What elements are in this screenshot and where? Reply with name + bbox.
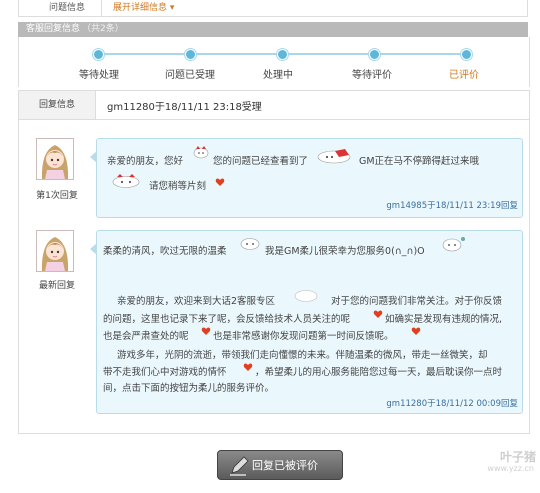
step-dot bbox=[461, 49, 472, 60]
reply-2-avatar-label: 最新回复 bbox=[38, 281, 75, 291]
reply-2-text: 如确实是发现有违规的情况, bbox=[385, 314, 503, 325]
rated-button[interactable]: 回复已被评价 bbox=[217, 450, 343, 480]
avatar bbox=[36, 230, 74, 272]
avatar bbox=[36, 138, 74, 180]
reply-2-text: ，希望柔儿的用心服务能陪您过每一天，最后耽误你一点时 bbox=[255, 367, 503, 378]
reply-count: （共2条） bbox=[82, 24, 124, 34]
step-dot bbox=[185, 49, 196, 60]
step-dot bbox=[277, 49, 288, 60]
reply-section-header: 客服回复信息 （共2条） bbox=[18, 22, 528, 37]
rated-button-label: 回复已被评价 bbox=[252, 459, 318, 472]
reply-2-text: 游戏多年，光阴的流逝，带领我们走向懂憬的未来。伴随温柔的微风，带走一丝微笑，却 bbox=[117, 350, 488, 361]
heart-icon bbox=[373, 310, 383, 318]
step-dot bbox=[369, 49, 380, 60]
reply-1-avatar-label: 第1次回复 bbox=[36, 191, 78, 201]
reply-2-text: 带不走我们心中对游戏的情怀 bbox=[103, 367, 227, 378]
cat-emoticon-icon bbox=[442, 237, 465, 252]
reply-1-bubble: 亲爱的朋友，您好 您的问题已经查看到了 GM正在马不停蹄得赶过来哦 请您稍等片刻… bbox=[90, 138, 523, 218]
reply-2-text: 对于您的问题我们非常关注。对于你反馈 bbox=[331, 296, 503, 307]
watermark-url: www.yzz.cn bbox=[487, 464, 534, 473]
cat-emoticon-icon bbox=[112, 174, 140, 188]
reply-2-text: 也是非常感谢你发现问题第一时间反馈呢。 bbox=[213, 331, 394, 342]
step-dot bbox=[93, 49, 104, 60]
reply-2-bubble: 柔柔的清风，吹过无限的温柔 我是GM柔儿很荣幸为您服务0(∩_∩)O 亲爱的朋友… bbox=[90, 230, 523, 414]
reply-2-text: 我是GM柔儿很荣幸为您服务0(∩_∩)O bbox=[265, 246, 425, 257]
reply-2-text: 的问题，这里也记录下来了呢，会反馈给技术人员关注的呢 bbox=[103, 314, 351, 325]
reply-section-title: 客服回复信息 bbox=[26, 24, 81, 34]
reply-info-label: 回复信息 bbox=[19, 91, 96, 119]
reply-2-text: 柔柔的清风，吹过无限的温柔 bbox=[103, 246, 227, 257]
pencil-icon bbox=[230, 456, 249, 476]
step-label-accepted: 问题已受理 bbox=[165, 70, 215, 81]
heart-icon bbox=[411, 327, 421, 335]
reply-1-signature: gm14985于18/11/11 23:19回复 bbox=[386, 201, 518, 211]
step-label-processing: 处理中 bbox=[263, 70, 293, 81]
emoticon-icon bbox=[193, 146, 209, 159]
expand-details-link[interactable]: 展开详细信息 ▾ bbox=[113, 0, 174, 13]
divider bbox=[101, 0, 102, 16]
reply-info-row: 回复信息 gm11280于18/11/11 23:18受理 bbox=[18, 90, 530, 120]
reply-2-text: 亲爱的朋友，欢迎来到大话2客服专区 bbox=[117, 296, 276, 307]
cat-emoticon-icon bbox=[294, 290, 318, 302]
heart-icon bbox=[215, 178, 225, 186]
reply-info-value: gm11280于18/11/11 23:18受理 bbox=[107, 102, 262, 113]
heart-icon bbox=[243, 363, 253, 371]
question-info-label: 问题信息 bbox=[49, 3, 86, 13]
question-info-row: 问题信息 展开详细信息 ▾ bbox=[18, 0, 528, 17]
step-label-waiting: 等待处理 bbox=[79, 70, 119, 81]
progress-tracker: 等待处理 问题已受理 处理中 等待评价 已评价 bbox=[18, 37, 530, 87]
step-label-rated: 已评价 bbox=[449, 70, 479, 81]
heart-icon bbox=[201, 327, 211, 335]
reply-1-text: 请您稍等片刻 bbox=[149, 181, 207, 192]
cat-emoticon-icon bbox=[317, 149, 351, 164]
watermark-logo: 叶子猪 bbox=[499, 450, 536, 464]
step-label-awaiting-rating: 等待评价 bbox=[352, 70, 392, 81]
reply-1-text: GM正在马不停蹄得赶过来哦 bbox=[359, 156, 480, 167]
reply-2-signature: gm11280于18/11/12 00:09回复 bbox=[386, 399, 518, 409]
reply-1-text: 您的问题已经查看到了 bbox=[213, 156, 309, 167]
reply-1-text: 亲爱的朋友，您好 bbox=[107, 156, 184, 167]
cat-emoticon-icon bbox=[240, 238, 260, 250]
reply-2-text: 也是会严肃查处的呢 bbox=[103, 331, 189, 342]
reply-2-text: 间，点击下面的按钮为柔儿的服务评价。 bbox=[103, 383, 275, 394]
